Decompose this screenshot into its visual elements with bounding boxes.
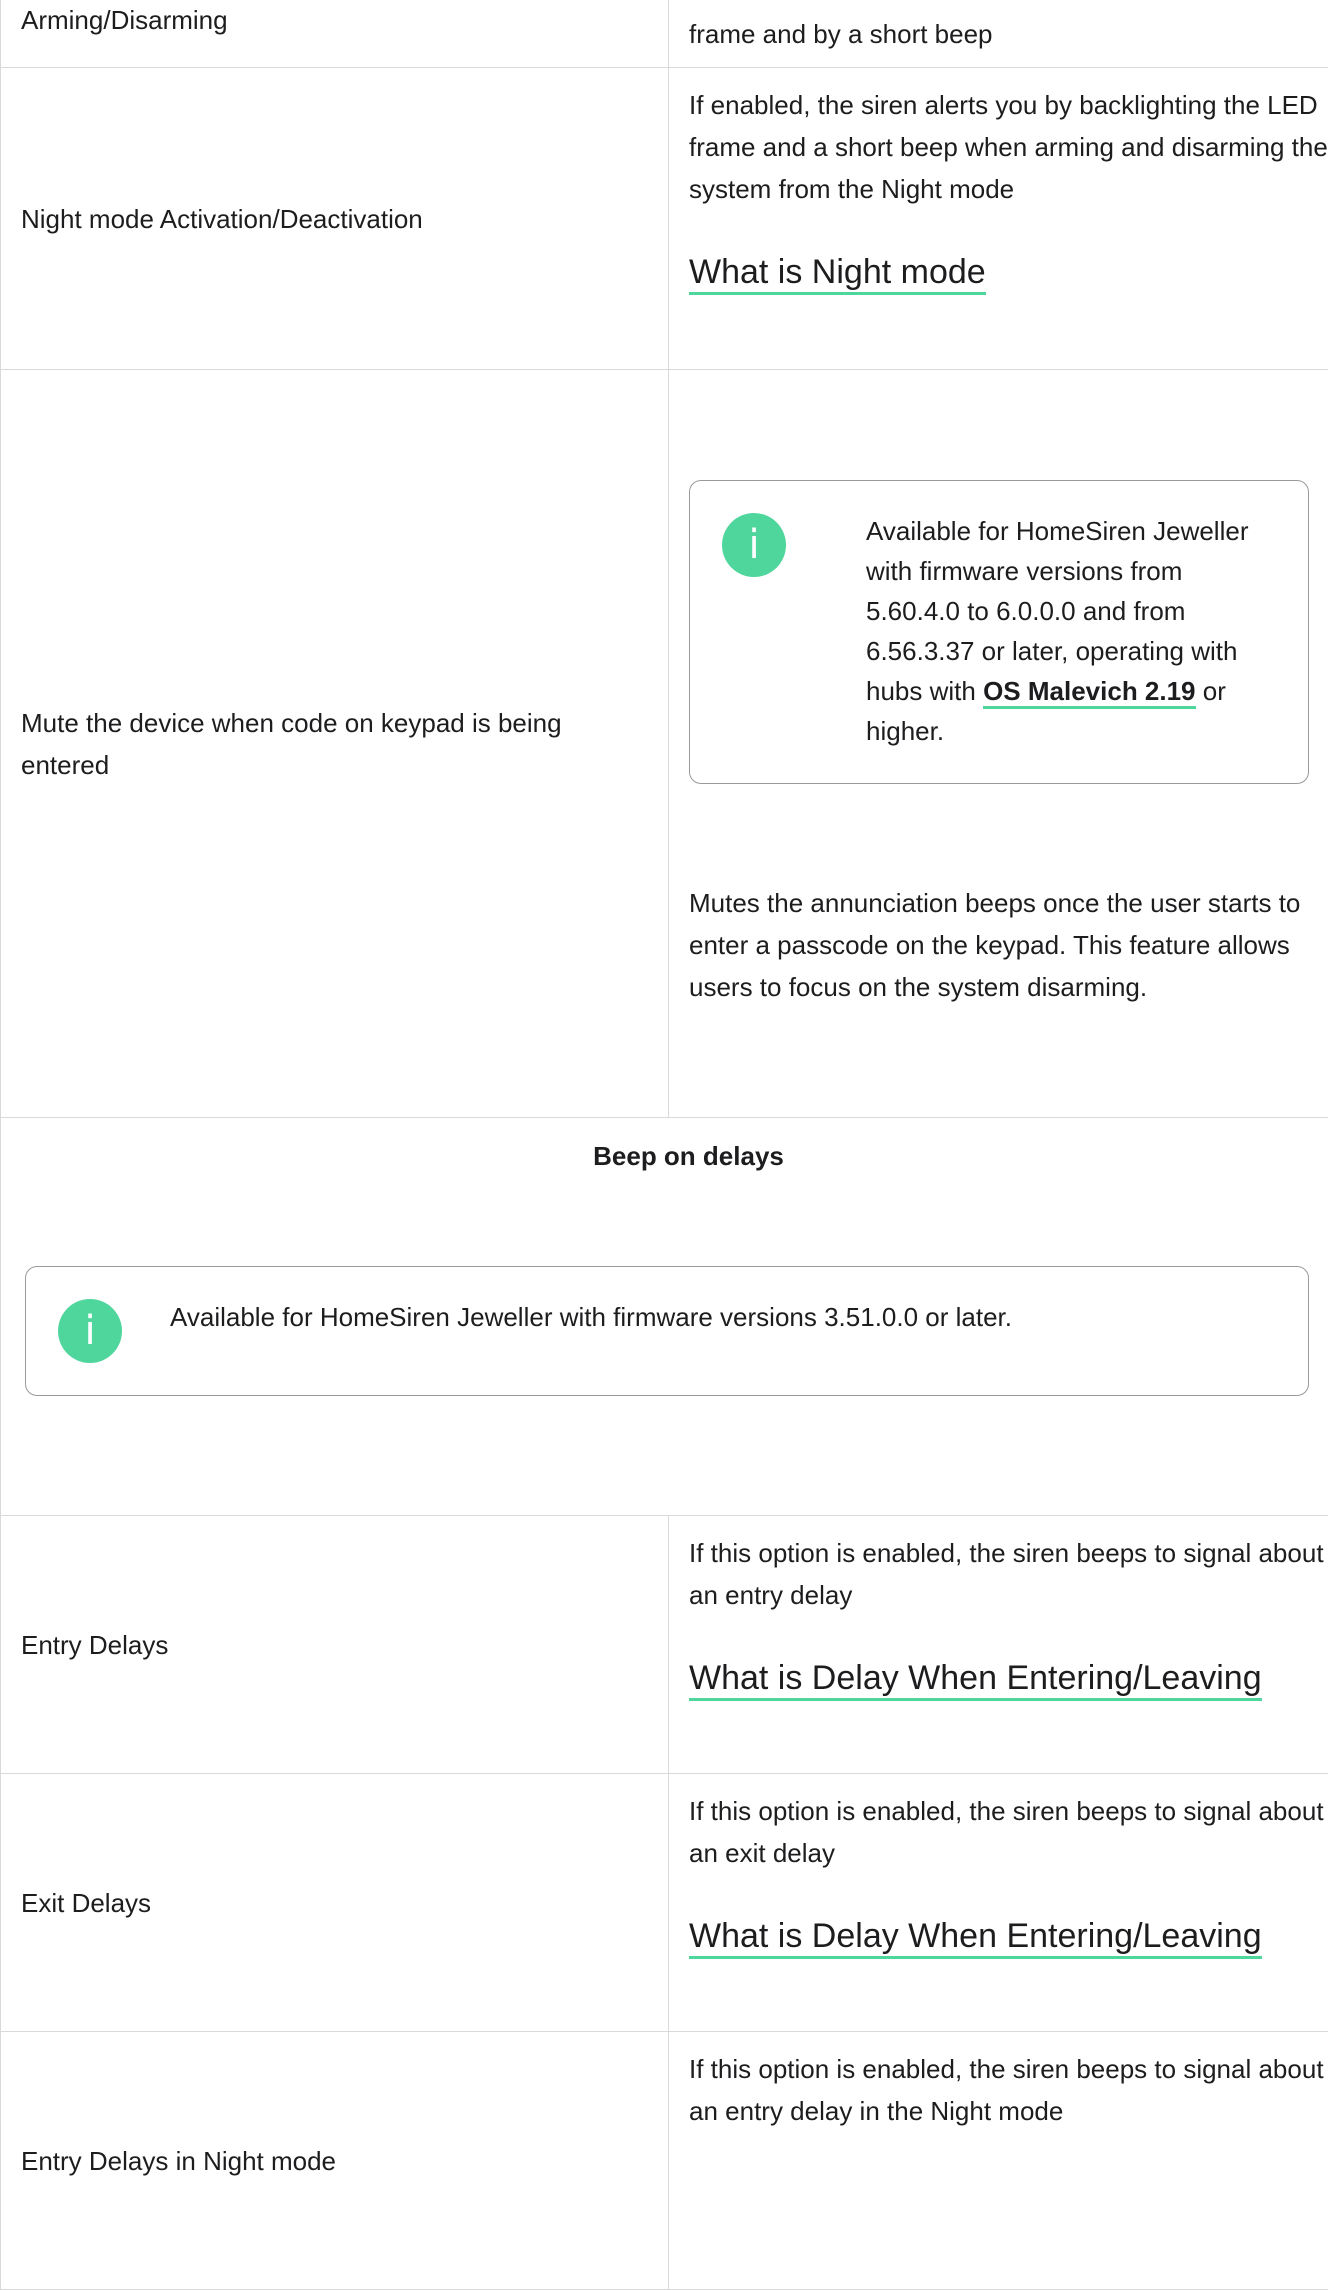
setting-name-cell: Exit Delays (1, 1774, 669, 2032)
night-mode-link[interactable]: What is Night mode (689, 252, 986, 295)
setting-name: Arming/Disarming (21, 5, 228, 35)
delay-info-link[interactable]: What is Delay When Entering/Leaving (689, 1658, 1262, 1701)
table-row: Entry Delays If this option is enabled, … (1, 1516, 1328, 1774)
setting-name-cell: Mute the device when code on keypad is b… (1, 370, 669, 1118)
table-row: Mute the device when code on keypad is b… (1, 370, 1328, 1118)
section-cell: Beep on delays i Available for HomeSiren… (1, 1118, 1328, 1516)
setting-name-cell: Arming/Disarming (1, 0, 669, 68)
setting-desc-cell: If this option is enabled, the siren bee… (669, 1774, 1328, 2032)
setting-description: frame and by a short beep (689, 13, 1328, 55)
setting-name: Entry Delays in Night mode (21, 2146, 336, 2176)
setting-desc-cell: i Available for HomeSiren Jeweller with … (669, 370, 1328, 1118)
setting-description: If enabled, the siren alerts you by back… (689, 84, 1328, 210)
table-row: Exit Delays If this option is enabled, t… (1, 1774, 1328, 2032)
setting-description: If this option is enabled, the siren bee… (689, 1790, 1328, 1874)
info-callout-text: Available for HomeSiren Jeweller with fi… (866, 511, 1268, 751)
info-callout: i Available for HomeSiren Jeweller with … (689, 480, 1309, 784)
table-row: Night mode Activation/Deactivation If en… (1, 68, 1328, 370)
setting-description: Mutes the annunciation beeps once the us… (689, 882, 1328, 1008)
setting-name-cell: Entry Delays in Night mode (1, 2032, 669, 2290)
table-row: Arming/Disarming frame and by a short be… (1, 0, 1328, 68)
info-callout: i Available for HomeSiren Jeweller with … (25, 1266, 1309, 1396)
section-title: Beep on delays (25, 1138, 1328, 1174)
setting-name: Exit Delays (21, 1888, 151, 1918)
info-icon: i (722, 513, 786, 577)
section-row: Beep on delays i Available for HomeSiren… (1, 1118, 1328, 1516)
delay-info-link[interactable]: What is Delay When Entering/Leaving (689, 1916, 1262, 1959)
setting-desc-cell: If enabled, the siren alerts you by back… (669, 68, 1328, 370)
setting-desc-cell: frame and by a short beep (669, 0, 1328, 68)
setting-description: If this option is enabled, the siren bee… (689, 2048, 1328, 2132)
setting-name: Entry Delays (21, 1630, 168, 1660)
setting-name: Night mode Activation/Deactivation (21, 204, 423, 234)
setting-name: Mute the device when code on keypad is b… (21, 708, 562, 780)
info-icon: i (58, 1299, 122, 1363)
settings-table: Arming/Disarming frame and by a short be… (0, 0, 1328, 2290)
os-malevich-link[interactable]: OS Malevich 2.19 (983, 676, 1195, 709)
setting-name-cell: Entry Delays (1, 1516, 669, 1774)
setting-desc-cell: If this option is enabled, the siren bee… (669, 2032, 1328, 2290)
info-callout-text: Available for HomeSiren Jeweller with fi… (170, 1297, 1012, 1337)
table-row: Entry Delays in Night mode If this optio… (1, 2032, 1328, 2290)
setting-desc-cell: If this option is enabled, the siren bee… (669, 1516, 1328, 1774)
settings-document: Arming/Disarming frame and by a short be… (0, 0, 1328, 2290)
setting-description: If this option is enabled, the siren bee… (689, 1532, 1328, 1616)
setting-name-cell: Night mode Activation/Deactivation (1, 68, 669, 370)
